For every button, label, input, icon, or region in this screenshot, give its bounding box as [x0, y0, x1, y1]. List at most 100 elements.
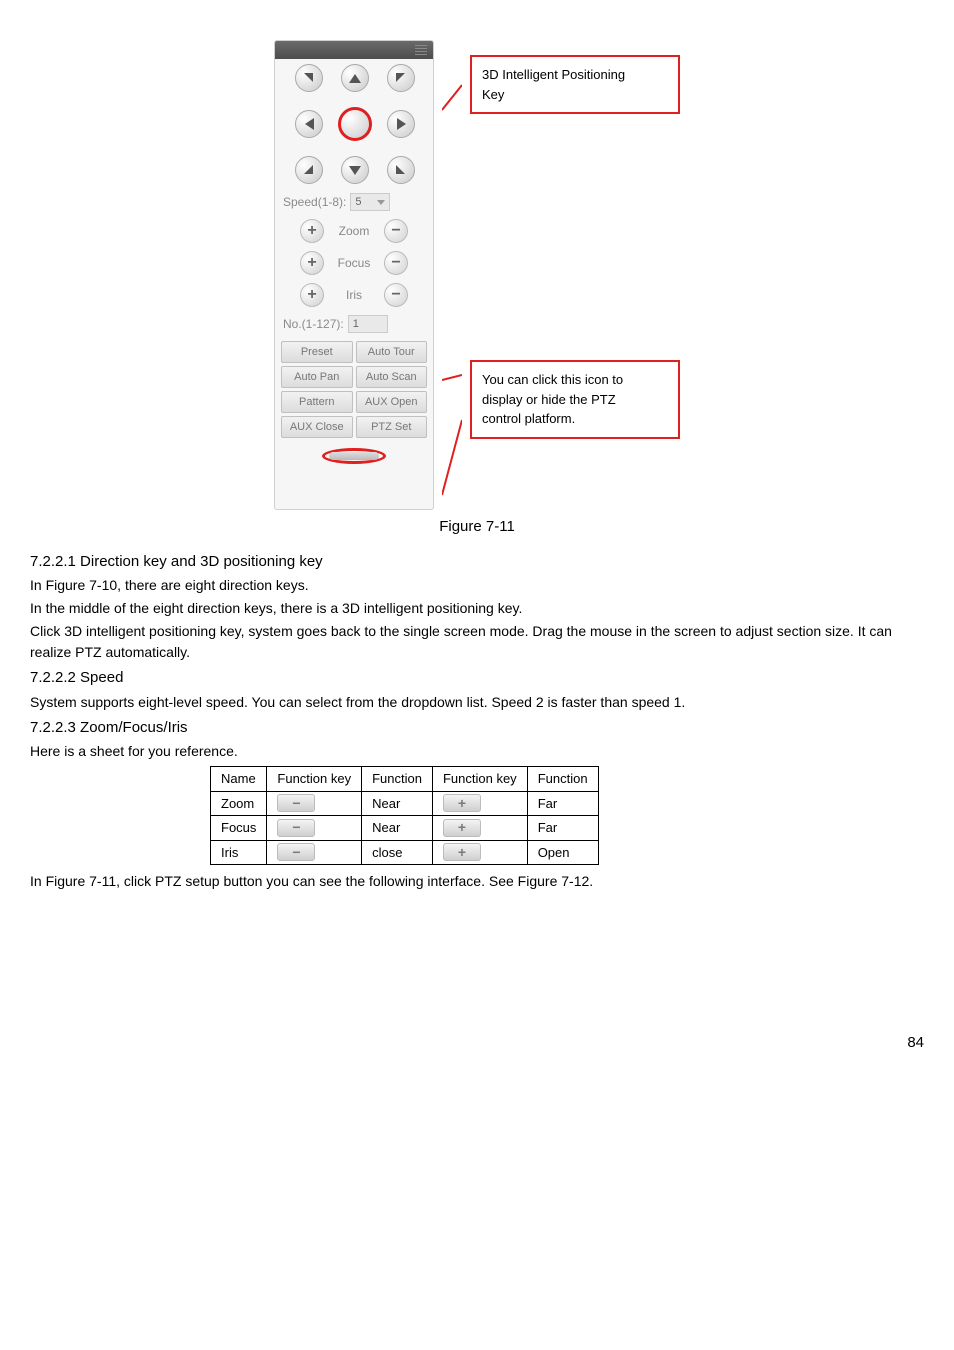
callout-line: 3D Intelligent Positioning	[482, 65, 668, 85]
section-heading: 7.2.2.2 Speed	[30, 667, 924, 690]
dir-left-button[interactable]	[295, 110, 323, 138]
cell-key: −	[267, 816, 362, 841]
dir-down-button[interactable]	[341, 156, 369, 184]
pattern-button[interactable]: Pattern	[281, 391, 353, 413]
zoom-row: + Zoom −	[275, 215, 433, 247]
iris-plus-button[interactable]: +	[300, 283, 324, 307]
col-fn2: Function	[527, 767, 598, 792]
cell-key: −	[267, 840, 362, 865]
no-input[interactable]: 1	[348, 315, 388, 333]
speed-select[interactable]: 5	[350, 193, 390, 211]
body-text: In Figure 7-11, click PTZ setup button y…	[30, 871, 924, 892]
minus-key-icon: −	[277, 843, 315, 861]
cell-fn: Far	[527, 816, 598, 841]
dir-up-button[interactable]	[341, 64, 369, 92]
arrow-icon	[396, 165, 406, 175]
cell-key: +	[432, 840, 527, 865]
table-row: Zoom − Near + Far	[211, 791, 599, 816]
table-row: Name Function key Function Function key …	[211, 767, 599, 792]
callouts: 3D Intelligent Positioning Key You can c…	[470, 40, 680, 510]
focus-plus-button[interactable]: +	[300, 251, 324, 275]
preset-button[interactable]: Preset	[281, 341, 353, 363]
focus-row: + Focus −	[275, 247, 433, 279]
plus-key-icon: +	[443, 843, 481, 861]
col-fn: Function	[362, 767, 433, 792]
3d-positioning-button[interactable]	[338, 107, 372, 141]
arrow-icon	[304, 165, 314, 175]
col-fnkey2: Function key	[432, 767, 527, 792]
focus-label: Focus	[334, 254, 374, 272]
arrow-up-icon	[349, 74, 361, 83]
aux-open-button[interactable]: AUX Open	[356, 391, 428, 413]
plus-key-icon: +	[443, 819, 481, 837]
callout-line: You can click this icon to	[482, 370, 668, 390]
auto-scan-button[interactable]: Auto Scan	[356, 366, 428, 388]
preset-grid: Preset Auto Tour Auto Pan Auto Scan Patt…	[275, 337, 433, 444]
page-number: 84	[30, 1032, 924, 1055]
dir-up-left-button[interactable]	[295, 64, 323, 92]
speed-label: Speed(1-8):	[283, 193, 346, 211]
grip-icon	[415, 45, 427, 55]
minus-key-icon: −	[277, 794, 315, 812]
cell-name: Focus	[211, 816, 267, 841]
cell-key: −	[267, 791, 362, 816]
ptz-set-button[interactable]: PTZ Set	[356, 416, 428, 438]
cell-fn: Open	[527, 840, 598, 865]
callout-line: control platform.	[482, 409, 668, 429]
zoom-label: Zoom	[334, 222, 374, 240]
speed-row: Speed(1-8): 5	[275, 189, 433, 215]
cell-fn: Near	[362, 816, 433, 841]
iris-label: Iris	[334, 286, 374, 304]
zoom-plus-button[interactable]: +	[300, 219, 324, 243]
col-fnkey: Function key	[267, 767, 362, 792]
dir-right-button[interactable]	[387, 110, 415, 138]
iris-row: + Iris −	[275, 279, 433, 311]
cell-key: +	[432, 791, 527, 816]
auto-tour-button[interactable]: Auto Tour	[356, 341, 428, 363]
arrow-icon	[304, 73, 314, 83]
cell-key: +	[432, 816, 527, 841]
collapse-toggle[interactable]	[322, 448, 386, 464]
focus-minus-button[interactable]: −	[384, 251, 408, 275]
arrow-left-icon	[305, 118, 314, 130]
body-text: System supports eight-level speed. You c…	[30, 692, 924, 713]
zoom-minus-button[interactable]: −	[384, 219, 408, 243]
cell-fn: Far	[527, 791, 598, 816]
table-row: Iris − close + Open	[211, 840, 599, 865]
no-row: No.(1-127): 1	[275, 311, 433, 337]
collapse-icon	[329, 452, 379, 460]
body-text: In Figure 7-10, there are eight directio…	[30, 575, 924, 596]
no-label: No.(1-127):	[283, 315, 344, 333]
section-heading: 7.2.2.3 Zoom/Focus/Iris	[30, 717, 924, 740]
dir-down-left-button[interactable]	[295, 156, 323, 184]
minus-key-icon: −	[277, 819, 315, 837]
speed-value: 5	[355, 194, 361, 211]
cell-fn: close	[362, 840, 433, 865]
chevron-down-icon	[377, 200, 385, 205]
table-row: Focus − Near + Far	[211, 816, 599, 841]
auto-pan-button[interactable]: Auto Pan	[281, 366, 353, 388]
no-value: 1	[353, 316, 359, 333]
plus-key-icon: +	[443, 794, 481, 812]
cell-name: Iris	[211, 840, 267, 865]
iris-minus-button[interactable]: −	[384, 283, 408, 307]
body-text: Here is a sheet for you reference.	[30, 741, 924, 762]
body-text: Click 3D intelligent positioning key, sy…	[30, 621, 924, 663]
ptz-titlebar[interactable]	[275, 41, 433, 59]
arrow-down-icon	[349, 166, 361, 175]
callout-3d-key: 3D Intelligent Positioning Key	[470, 55, 680, 114]
arrow-right-icon	[397, 118, 406, 130]
figure-area: Speed(1-8): 5 + Zoom − + Focus − + Iris …	[30, 40, 924, 510]
cell-name: Zoom	[211, 791, 267, 816]
reference-table: Name Function key Function Function key …	[210, 766, 599, 865]
callout-collapse: You can click this icon to display or hi…	[470, 360, 680, 439]
body-text: In the middle of the eight direction key…	[30, 598, 924, 619]
section-heading: 7.2.2.1 Direction key and 3D positioning…	[30, 551, 924, 574]
ptz-panel: Speed(1-8): 5 + Zoom − + Focus − + Iris …	[274, 40, 434, 510]
dir-down-right-button[interactable]	[387, 156, 415, 184]
aux-close-button[interactable]: AUX Close	[281, 416, 353, 438]
callout-connectors	[442, 40, 462, 510]
direction-pad	[275, 59, 434, 189]
dir-up-right-button[interactable]	[387, 64, 415, 92]
col-name: Name	[211, 767, 267, 792]
